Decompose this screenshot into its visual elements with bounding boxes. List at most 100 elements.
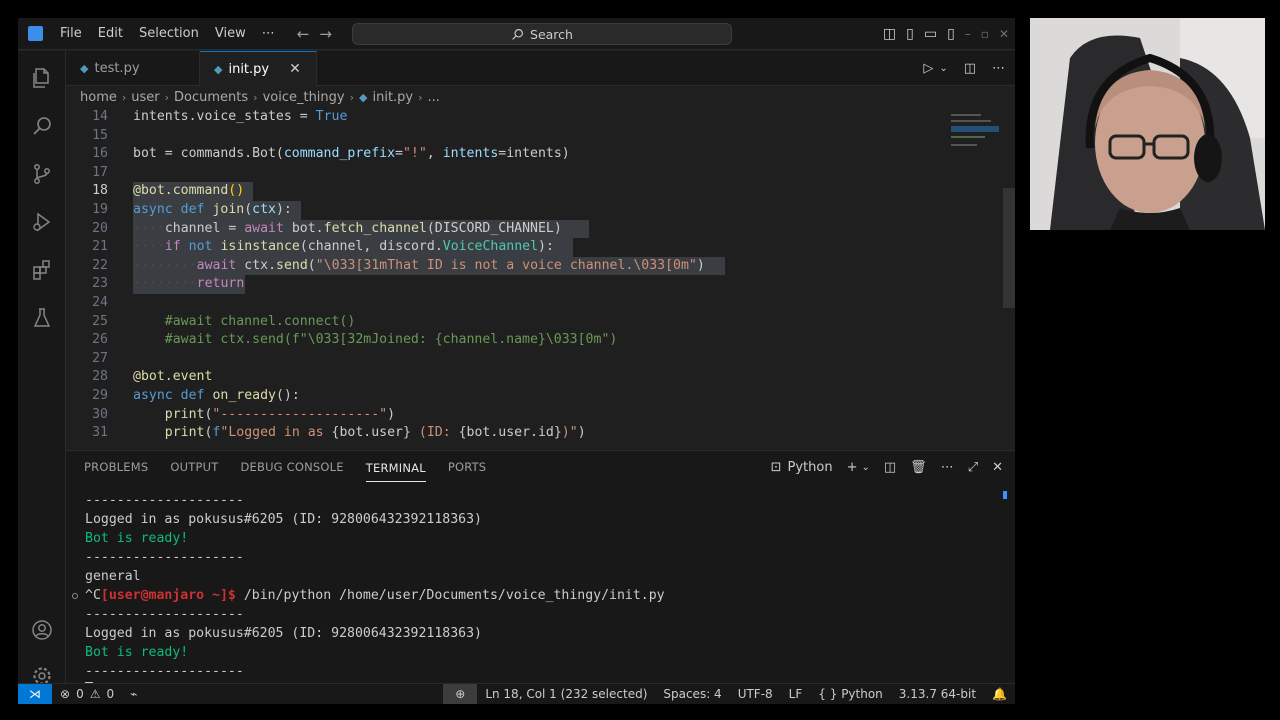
code-line[interactable]: 27	[66, 350, 998, 369]
run-debug-icon[interactable]	[18, 199, 66, 245]
encoding[interactable]: UTF-8	[730, 684, 781, 704]
code-line[interactable]: 20 ····channel = await bot.fetch_channel(…	[66, 219, 998, 239]
code-line[interactable]: 15	[66, 127, 998, 146]
menu-more[interactable]: ⋯	[254, 18, 283, 50]
maximize-panel-icon[interactable]: ⤢	[968, 460, 978, 475]
close-window-icon[interactable]: ✕	[999, 27, 1009, 41]
python-interpreter[interactable]: 3.13.7 64-bit	[891, 684, 984, 704]
extensions-icon[interactable]	[18, 247, 66, 293]
breadcrumb-user[interactable]: user	[131, 90, 159, 105]
terminal-line: Bot is ready!	[85, 645, 189, 660]
more-actions-icon[interactable]: ⋯	[992, 61, 1005, 76]
menu-edit[interactable]: Edit	[90, 18, 131, 50]
toggle-sidebar-icon[interactable]: ▯	[906, 26, 914, 42]
source-control-icon[interactable]	[18, 151, 66, 197]
remote-indicator-icon[interactable]: ⋊	[18, 683, 52, 704]
errors-count[interactable]: 0	[76, 687, 84, 701]
close-tab-icon[interactable]: ✕	[289, 61, 301, 77]
menu-selection[interactable]: Selection	[131, 18, 207, 50]
explorer-icon[interactable]	[18, 55, 66, 101]
tab-output[interactable]: OUTPUT	[170, 460, 218, 474]
code-line[interactable]: 29 async def on_ready():	[66, 387, 998, 406]
code-line[interactable]: 21 ····if not isinstance(channel, discord…	[66, 238, 998, 257]
code-text: intents.voice_states = True	[133, 109, 348, 124]
code-line[interactable]: 19 async def join(ctx):	[66, 201, 998, 220]
close-panel-icon[interactable]: ✕	[992, 460, 1003, 475]
maximize-icon[interactable]: ▫	[981, 27, 989, 41]
terminal-output[interactable]: -------------------- Logged in as pokusus…	[72, 491, 995, 699]
forward-arrow-icon[interactable]: →	[319, 25, 332, 43]
tab-terminal[interactable]: TERMINAL	[365, 461, 426, 482]
command-center-search[interactable]: Search	[352, 23, 732, 45]
tab-ports[interactable]: PORTS	[448, 460, 486, 474]
code-line[interactable]: 30 print("--------------------")	[66, 406, 998, 425]
terminal-name[interactable]: Python	[788, 460, 833, 475]
code-text: ····if not isinstance(channel, discord.V…	[133, 239, 554, 255]
status-bar: ⋊ ⊗ 0 ⚠ 0 ⌁ ⊕ Ln 18, Col 1 (232 selected…	[18, 683, 1015, 704]
kill-terminal-trash-icon[interactable]: 🗑	[910, 460, 927, 475]
menu-view[interactable]: View	[207, 18, 254, 50]
new-terminal-icon[interactable]: +	[847, 460, 858, 475]
webcam-person-image	[1030, 18, 1265, 230]
indentation[interactable]: Spaces: 4	[655, 684, 729, 704]
errors-icon[interactable]: ⊗	[60, 687, 70, 701]
toggle-secondary-sidebar-icon[interactable]: ▯	[947, 26, 955, 42]
code-text: @bot.command()	[133, 183, 245, 199]
minimap[interactable]	[951, 114, 1003, 154]
editor-tab-bar: ◆ test.py ◆ init.py ✕ ▷ ⌄ ◫ ⋯	[66, 51, 1015, 86]
code-line[interactable]: 16 bot = commands.Bot(command_prefix="!",…	[66, 145, 998, 164]
tab-debug-console[interactable]: DEBUG CONSOLE	[240, 460, 343, 474]
code-line[interactable]: 22 ········await ctx.send("\033[31mThat I…	[66, 256, 998, 276]
run-python-icon[interactable]: ▷	[923, 61, 933, 76]
accounts-icon[interactable]	[18, 607, 66, 653]
search-view-icon[interactable]	[18, 103, 66, 149]
code-line[interactable]: 14 intents.voice_states = True	[66, 108, 998, 127]
split-terminal-icon[interactable]: ◫	[884, 460, 896, 475]
code-line[interactable]: 26 #await ctx.send(f"\033[32mJoined: {ch…	[66, 331, 998, 350]
code-line[interactable]: 18 @bot.command()	[66, 182, 998, 201]
tab-init-py[interactable]: ◆ init.py ✕	[200, 51, 317, 86]
code-line[interactable]: 17	[66, 164, 998, 183]
testing-flask-icon[interactable]	[18, 295, 66, 341]
tab-test-py[interactable]: ◆ test.py	[66, 51, 200, 86]
minimize-icon[interactable]: –	[965, 27, 971, 41]
end-of-line[interactable]: LF	[781, 684, 811, 704]
language-mode[interactable]: { } Python	[810, 684, 891, 704]
tab-problems[interactable]: PROBLEMS	[84, 460, 148, 474]
menu-file[interactable]: File	[52, 18, 90, 50]
python-file-icon: ◆	[80, 62, 89, 75]
toggle-panel-icon[interactable]: ▭	[924, 26, 937, 42]
ports-forwarded-icon[interactable]: ⌁	[130, 687, 137, 701]
code-line[interactable]: 28 @bot.event	[66, 368, 998, 387]
breadcrumb-documents[interactable]: Documents	[174, 90, 248, 105]
notifications-bell-icon[interactable]: 🔔	[984, 684, 1015, 704]
code-line[interactable]: 24	[66, 294, 998, 313]
code-editor[interactable]: 14 intents.voice_states = True 15 16 bot = c…	[66, 108, 998, 448]
editor-scrollbar[interactable]	[1003, 188, 1015, 308]
back-arrow-icon[interactable]: ←	[297, 25, 310, 43]
terminal-dropdown-chevron-icon[interactable]: ⌄	[861, 462, 869, 473]
split-editor-icon[interactable]: ◫	[964, 61, 976, 76]
warnings-count[interactable]: 0	[106, 687, 114, 701]
panel-more-icon[interactable]: ⋯	[941, 460, 954, 475]
breadcrumb-home[interactable]: home	[80, 90, 117, 105]
line-number: 19	[92, 202, 108, 217]
warnings-icon[interactable]: ⚠	[90, 687, 101, 701]
line-number: 29	[92, 388, 108, 403]
code-line[interactable]: 25 #await channel.connect()	[66, 313, 998, 332]
code-line[interactable]: 23 ········return	[66, 275, 998, 294]
run-options-chevron-icon[interactable]: ⌄	[939, 63, 947, 74]
cursor-position[interactable]: Ln 18, Col 1 (232 selected)	[477, 684, 655, 704]
terminal-line: --------------------	[85, 550, 244, 565]
breadcrumb-symbol[interactable]: ...	[428, 90, 440, 105]
zoom-icon[interactable]: ⊕	[443, 684, 478, 704]
terminal-line: Logged in as pokusus#6205 (ID: 928006432…	[85, 626, 482, 641]
terminal-icon: ⊡	[770, 459, 782, 475]
breadcrumb-voice-thingy[interactable]: voice_thingy	[263, 90, 345, 105]
breadcrumb-file[interactable]: init.py	[372, 90, 413, 105]
line-number: 23	[92, 276, 108, 292]
customize-layout-icon[interactable]: ◫	[883, 26, 896, 42]
line-number: 14	[92, 109, 108, 124]
code-line[interactable]: 31 print(f"Logged in as {bot.user} (ID: …	[66, 424, 998, 443]
command-decoration-icon[interactable]	[72, 593, 78, 599]
